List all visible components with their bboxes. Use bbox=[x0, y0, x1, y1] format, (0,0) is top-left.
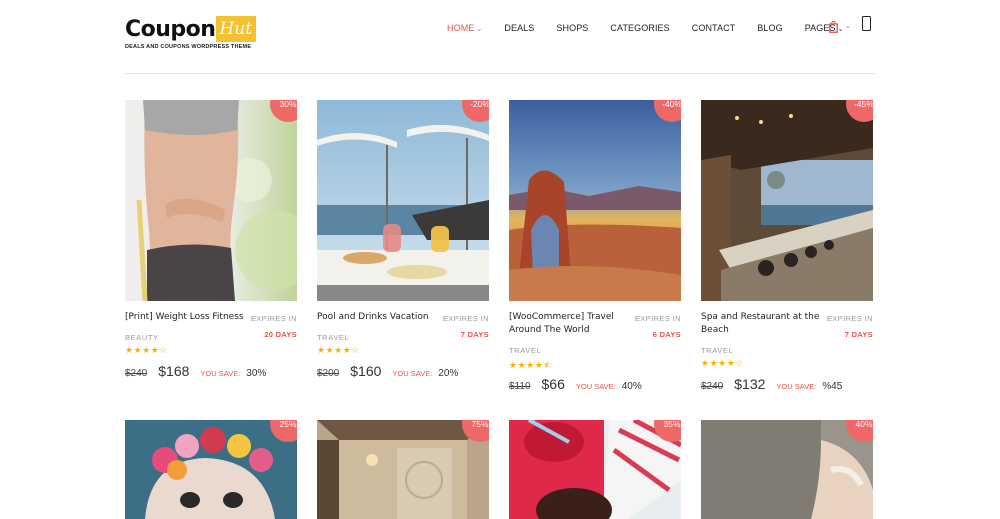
save-value: 30% bbox=[246, 368, 267, 379]
expires-label: EXPIRES IN bbox=[442, 314, 489, 323]
deal-info: [WooCommerce] Travel Around The World EX… bbox=[509, 311, 681, 411]
star-rating: ★★★★⯪ bbox=[509, 360, 553, 370]
nav-label: CONTACT bbox=[691, 23, 736, 33]
deal-card: 30% [Print] Weight Loss Fitness EXPIRES … bbox=[125, 100, 297, 411]
logo-tagline: DEALS AND COUPONS WORDPRESS THEME bbox=[125, 44, 252, 50]
nav-item-categories[interactable]: CATEGORIES bbox=[610, 23, 669, 33]
deal-category[interactable]: BEAUTY bbox=[125, 333, 159, 342]
deal-card: -40% [WooCommerce] Travel Around The Wor… bbox=[509, 100, 681, 411]
deal-category[interactable]: TRAVEL bbox=[509, 346, 541, 355]
expires-label: EXPIRES IN bbox=[250, 314, 297, 323]
chevron-down-icon[interactable]: ⌄ bbox=[845, 22, 851, 30]
nav-label: SHOPS bbox=[556, 23, 589, 33]
deal-title[interactable]: Spa and Restaurant at the Beach bbox=[701, 311, 821, 337]
deal-card: 40% bbox=[701, 420, 873, 519]
deal-title[interactable]: [WooCommerce] Travel Around The World bbox=[509, 311, 629, 337]
save-label: YOU SAVE: bbox=[200, 369, 241, 378]
nav-label: HOME bbox=[447, 23, 475, 33]
new-price: $160 bbox=[350, 363, 382, 379]
deal-title[interactable]: Pool and Drinks Vacation bbox=[317, 311, 437, 324]
logo-wordmark: Coupon Hut bbox=[125, 14, 257, 42]
expiry: EXPIRES IN 20 DAYS bbox=[251, 314, 297, 339]
deal-category[interactable]: TRAVEL bbox=[701, 346, 733, 355]
expires-label: EXPIRES IN bbox=[826, 314, 873, 323]
deal-info: Spa and Restaurant at the Beach EXPIRES … bbox=[701, 311, 873, 411]
expiry: EXPIRES IN 7 DAYS bbox=[827, 314, 873, 339]
deal-image-flower-crown[interactable]: 25% bbox=[125, 420, 297, 519]
nav-item-shops[interactable]: SHOPS bbox=[556, 23, 588, 33]
main-nav: HOME ⌄ DEALS SHOPS CATEGORIES CONTACT BLO… bbox=[447, 21, 866, 35]
chevron-down-icon: ⌄ bbox=[476, 26, 483, 33]
deal-image-cupcake[interactable]: 35% bbox=[509, 420, 681, 519]
price-row: $240 $168 YOU SAVE: 30% bbox=[125, 363, 266, 379]
expires-days: 6 DAYS bbox=[652, 330, 681, 339]
save-value: 40% bbox=[621, 381, 642, 392]
expires-days: 7 DAYS bbox=[844, 330, 873, 339]
nav-label: DEALS bbox=[504, 23, 535, 33]
logo-highlight: Hut bbox=[216, 16, 257, 42]
new-price: $66 bbox=[541, 376, 565, 392]
deal-info: [Print] Weight Loss Fitness EXPIRES IN 2… bbox=[125, 311, 297, 411]
nav-item-contact[interactable]: CONTACT bbox=[692, 23, 736, 33]
deal-info: Pool and Drinks Vacation EXPIRES IN 7 DA… bbox=[317, 311, 489, 411]
save-value: 20% bbox=[438, 368, 459, 379]
deal-card: -20% Pool and Drinks Vacation EXPIRES IN… bbox=[317, 100, 489, 411]
star-rating: ★★★★☆ bbox=[125, 345, 168, 355]
deal-title[interactable]: [Print] Weight Loss Fitness bbox=[125, 311, 245, 324]
old-price: $240 bbox=[125, 368, 148, 379]
deal-image-spa[interactable]: 40% bbox=[701, 420, 873, 519]
deal-card: 75% bbox=[317, 420, 489, 519]
deal-image-pool[interactable]: -20% bbox=[317, 100, 489, 301]
deal-image-beach-bar[interactable]: -45% bbox=[701, 100, 873, 301]
deal-category[interactable]: TRAVEL bbox=[317, 333, 349, 342]
shopping-bag-icon[interactable] bbox=[829, 21, 838, 33]
deal-card: 25% bbox=[125, 420, 297, 519]
old-price: $240 bbox=[701, 381, 724, 392]
site-logo[interactable]: Coupon Hut DEALS AND COUPONS WORDPRESS TH… bbox=[125, 14, 257, 50]
expiry: EXPIRES IN 6 DAYS bbox=[635, 314, 681, 339]
price-row: $200 $160 YOU SAVE: 20% bbox=[317, 363, 458, 379]
save-label: YOU SAVE: bbox=[575, 382, 616, 391]
expires-days: 20 DAYS bbox=[264, 330, 297, 339]
expires-days: 7 DAYS bbox=[460, 330, 489, 339]
old-price: $200 bbox=[317, 368, 340, 379]
mobile-icon[interactable] bbox=[862, 16, 871, 31]
nav-label: CATEGORIES bbox=[610, 23, 670, 33]
old-price: $110 bbox=[509, 381, 531, 392]
star-rating: ★★★★☆ bbox=[317, 345, 360, 355]
deal-card: -45% Spa and Restaurant at the Beach EXP… bbox=[701, 100, 873, 411]
save-label: YOU SAVE: bbox=[392, 369, 433, 378]
expires-label: EXPIRES IN bbox=[634, 314, 681, 323]
expiry: EXPIRES IN 7 DAYS bbox=[443, 314, 489, 339]
chevron-down-icon: ⌄ bbox=[837, 26, 844, 33]
save-value: %45 bbox=[822, 381, 843, 392]
star-rating: ★★★★☆ bbox=[701, 358, 744, 368]
price-row: $240 $132 YOU SAVE: %45 bbox=[701, 376, 842, 392]
deal-card: 35% bbox=[509, 420, 681, 519]
price-row: $110 $66 YOU SAVE: 40% bbox=[509, 376, 642, 392]
save-label: YOU SAVE: bbox=[776, 382, 817, 391]
deal-image-fitness[interactable]: 30% bbox=[125, 100, 297, 301]
nav-item-blog[interactable]: BLOG bbox=[757, 23, 782, 33]
nav-item-home[interactable]: HOME ⌄ bbox=[447, 23, 482, 33]
nav-label: BLOG bbox=[757, 23, 783, 33]
new-price: $168 bbox=[158, 363, 190, 379]
deal-image-hotel-room[interactable]: 75% bbox=[317, 420, 489, 519]
header-divider bbox=[125, 73, 875, 74]
new-price: $132 bbox=[734, 376, 766, 392]
deal-image-arch[interactable]: -40% bbox=[509, 100, 681, 301]
logo-name: Coupon bbox=[125, 17, 216, 42]
nav-item-deals[interactable]: DEALS bbox=[504, 23, 534, 33]
